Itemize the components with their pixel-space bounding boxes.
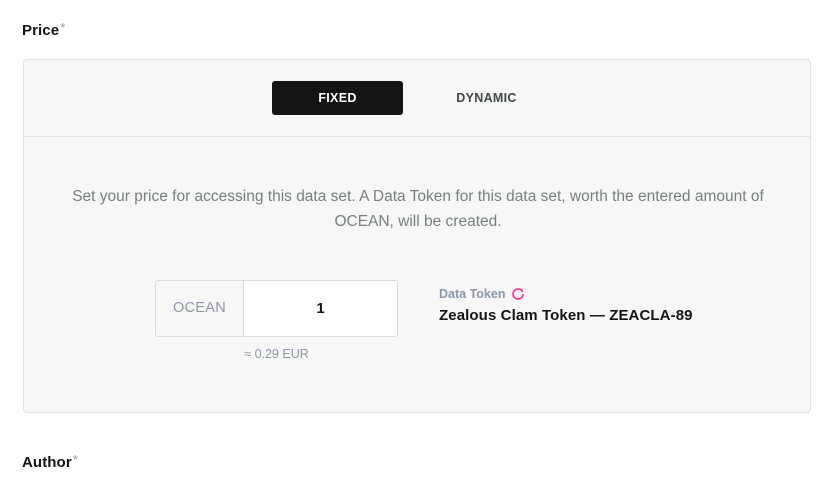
author-label-text: Author [22,454,72,471]
price-required-mark: * [60,20,66,35]
fiat-conversion: ≈ 0.29 EUR [244,347,309,361]
data-token-info: Data Token Zealous Clam Token — ZEACLA-8… [439,286,693,324]
data-token-name: Zealous Clam Token — ZEACLA-89 [439,307,693,324]
price-label-text: Price [22,22,60,39]
tab-dynamic[interactable]: DYNAMIC [421,81,552,115]
price-input-group: OCEAN [155,280,398,337]
price-description: Set your price for accessing this data s… [72,188,764,230]
price-panel: FIXED DYNAMIC Set your price for accessi… [23,59,811,413]
refresh-icon[interactable] [511,287,525,301]
tab-fixed[interactable]: FIXED [272,81,403,115]
pricing-type-tabs: FIXED DYNAMIC [24,60,810,137]
author-label: Author* [22,452,78,471]
author-required-mark: * [72,452,78,467]
price-label: Price* [22,20,66,39]
currency-addon: OCEAN [156,281,244,336]
refresh-icon-svg [512,288,525,300]
data-token-title: Data Token [439,287,506,301]
price-amount-input[interactable] [244,281,397,336]
data-token-title-row: Data Token [439,286,693,302]
